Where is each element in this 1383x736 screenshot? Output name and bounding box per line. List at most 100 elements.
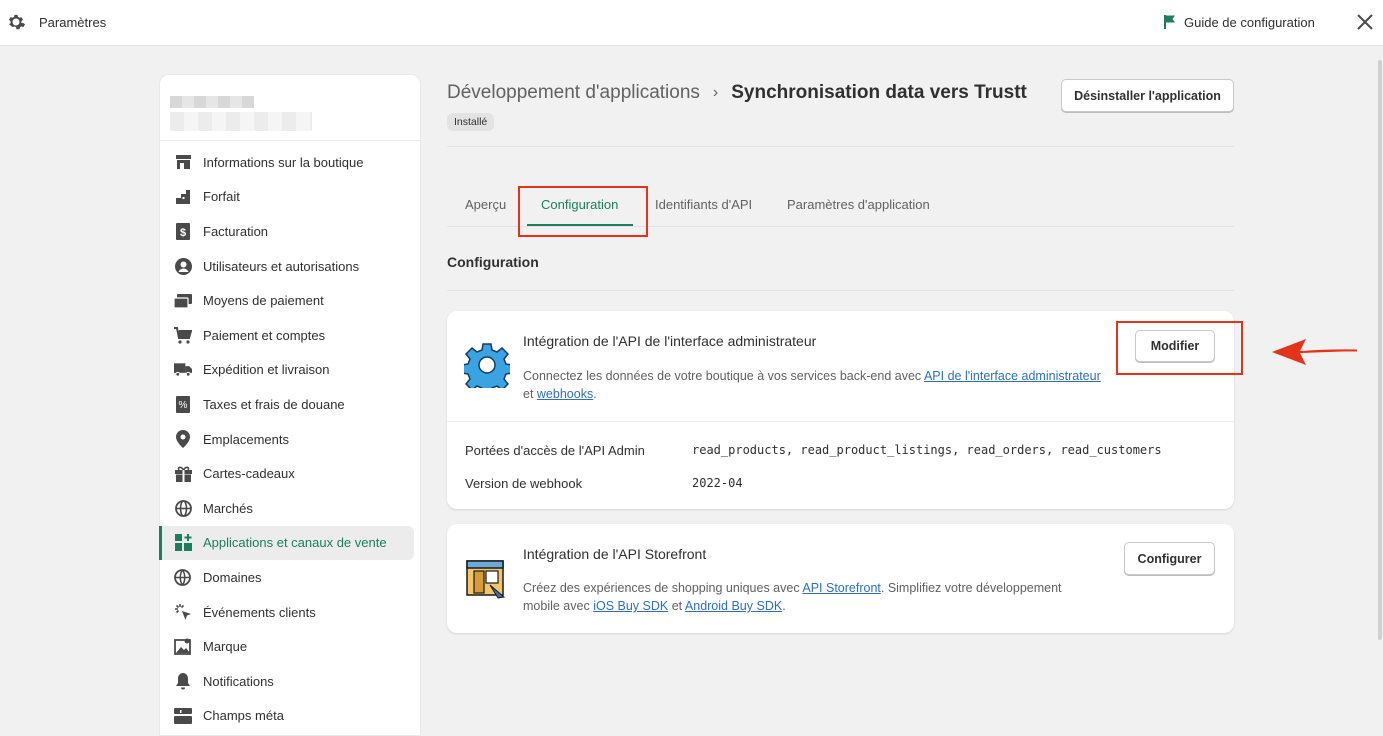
annotation-highlight-modify bbox=[1116, 321, 1243, 375]
storefront-api-card: Intégration de l'API Storefront Créez de… bbox=[447, 524, 1234, 633]
store-icon bbox=[174, 153, 192, 171]
sidebar-item-label: Marque bbox=[203, 639, 248, 655]
sidebar-item-taxes[interactable]: % Taxes et frais de douane bbox=[160, 387, 414, 422]
sidebar-item-label: Notifications bbox=[203, 673, 274, 689]
sidebar-item-label: Applications et canaux de vente bbox=[203, 535, 387, 551]
storefront-api-description: Créez des expériences de shopping unique… bbox=[523, 579, 1123, 615]
desc-text: et bbox=[668, 599, 685, 613]
webhook-version-value: 2022-04 bbox=[692, 476, 743, 490]
uninstall-app-button[interactable]: Désinstaller l'application bbox=[1061, 79, 1234, 112]
tab-app-settings[interactable]: Paramètres d'application bbox=[787, 197, 930, 212]
admin-api-description: Connectez les données de votre boutique … bbox=[523, 367, 1123, 403]
sidebar-item-brand[interactable]: Marque bbox=[160, 629, 414, 664]
store-name-redacted bbox=[170, 96, 254, 108]
sidebar-item-label: Marchés bbox=[203, 500, 253, 516]
storefront-icon bbox=[466, 560, 506, 599]
sidebar-item-markets[interactable]: Marchés bbox=[160, 491, 414, 526]
tab-overview[interactable]: Aperçu bbox=[465, 197, 506, 212]
store-url-redacted bbox=[170, 112, 312, 131]
sidebar-item-notifications[interactable]: Notifications bbox=[160, 664, 414, 699]
sidebar-item-label: Cartes-cadeaux bbox=[203, 466, 295, 482]
plan-icon bbox=[174, 188, 192, 206]
sidebar-nav: Informations sur la boutique Forfait $ F… bbox=[159, 141, 420, 734]
top-bar: Paramètres Guide de configuration bbox=[0, 0, 1383, 46]
sidebar-item-domains[interactable]: Domaines bbox=[160, 560, 414, 595]
setup-guide-label: Guide de configuration bbox=[1184, 14, 1315, 30]
desc-text: Créez des expériences de shopping unique… bbox=[523, 581, 803, 595]
scopes-label: Portées d'accès de l'API Admin bbox=[465, 443, 645, 458]
sidebar-item-apps[interactable]: Applications et canaux de vente bbox=[159, 525, 414, 561]
sidebar-item-label: Événements clients bbox=[203, 604, 316, 620]
metafields-icon bbox=[174, 707, 192, 725]
storefront-api-title: Intégration de l'API Storefront bbox=[523, 546, 707, 562]
tax-icon: % bbox=[174, 395, 192, 413]
sidebar-item-label: Domaines bbox=[203, 569, 262, 585]
page-title: Paramètres bbox=[39, 15, 107, 30]
sidebar-item-locations[interactable]: Emplacements bbox=[160, 422, 414, 457]
sidebar-item-label: Forfait bbox=[203, 189, 240, 205]
desc-text: et bbox=[523, 387, 537, 401]
divider bbox=[447, 146, 1234, 147]
cursor-icon bbox=[174, 603, 192, 621]
api-gear-icon bbox=[464, 343, 510, 388]
sidebar-item-label: Emplacements bbox=[203, 431, 289, 447]
user-icon bbox=[174, 257, 192, 275]
sidebar-item-label: Facturation bbox=[203, 223, 269, 239]
webhook-version-label: Version de webhook bbox=[465, 476, 583, 491]
sidebar-item-gift-cards[interactable]: Cartes-cadeaux bbox=[160, 456, 414, 491]
sidebar-item-checkout[interactable]: Paiement et comptes bbox=[160, 318, 414, 353]
divider bbox=[447, 421, 1234, 422]
bell-icon bbox=[174, 672, 192, 690]
sidebar-item-metafields[interactable]: Champs méta bbox=[160, 699, 414, 734]
sidebar-item-plan[interactable]: Forfait bbox=[160, 180, 414, 215]
sidebar-item-payment-methods[interactable]: Moyens de paiement bbox=[160, 283, 414, 318]
configure-button[interactable]: Configurer bbox=[1124, 542, 1215, 575]
sidebar-item-label: Paiement et comptes bbox=[203, 327, 326, 343]
close-icon[interactable] bbox=[1355, 12, 1375, 32]
domain-icon bbox=[174, 568, 192, 586]
gift-icon bbox=[174, 465, 192, 483]
settings-sidebar: Informations sur la boutique Forfait $ F… bbox=[159, 74, 421, 736]
truck-icon bbox=[174, 361, 192, 379]
location-icon bbox=[174, 430, 192, 449]
svg-text:$: $ bbox=[180, 227, 186, 239]
desc-text: . bbox=[782, 599, 786, 613]
sidebar-item-label: Moyens de paiement bbox=[203, 293, 324, 309]
gear-icon bbox=[9, 14, 25, 30]
sidebar-item-customer-events[interactable]: Événements clients bbox=[160, 595, 414, 630]
breadcrumb: Développement d'applications › Synchroni… bbox=[447, 82, 1027, 104]
brand-icon bbox=[174, 638, 192, 656]
android-buy-sdk-link[interactable]: Android Buy SDK bbox=[685, 599, 782, 613]
sidebar-item-billing[interactable]: $ Facturation bbox=[160, 214, 414, 249]
scopes-value: read_products, read_product_listings, re… bbox=[692, 443, 1162, 457]
setup-guide-link[interactable]: Guide de configuration bbox=[1163, 14, 1315, 30]
section-title: Configuration bbox=[447, 254, 539, 270]
flag-icon bbox=[1164, 15, 1175, 29]
admin-api-doc-link[interactable]: API de l'interface administrateur bbox=[924, 369, 1101, 383]
sidebar-item-label: Informations sur la boutique bbox=[203, 154, 364, 170]
breadcrumb-parent-link[interactable]: Développement d'applications bbox=[447, 82, 700, 104]
globe-icon bbox=[174, 499, 192, 517]
sidebar-item-users[interactable]: Utilisateurs et autorisations bbox=[160, 249, 414, 284]
desc-text: . bbox=[593, 387, 597, 401]
store-info-blurred bbox=[160, 75, 420, 141]
sidebar-item-label: Utilisateurs et autorisations bbox=[203, 258, 360, 274]
chevron-right-icon: › bbox=[712, 84, 719, 101]
sidebar-item-label: Champs méta bbox=[203, 708, 284, 724]
divider bbox=[447, 290, 1234, 291]
breadcrumb-current: Synchronisation data vers Trustt bbox=[731, 82, 1027, 103]
scrollbar[interactable] bbox=[1378, 60, 1382, 640]
webhooks-doc-link[interactable]: webhooks bbox=[537, 387, 593, 401]
ios-buy-sdk-link[interactable]: iOS Buy SDK bbox=[593, 599, 668, 613]
tab-api-credentials[interactable]: Identifiants d'API bbox=[655, 197, 752, 212]
desc-text: mobile avec bbox=[523, 599, 594, 613]
apps-icon bbox=[174, 534, 192, 552]
annotation-arrow-icon bbox=[1272, 339, 1358, 365]
storefront-api-doc-link[interactable]: API Storefront bbox=[802, 581, 881, 595]
sidebar-item-store-info[interactable]: Informations sur la boutique bbox=[160, 145, 414, 180]
cart-icon bbox=[174, 326, 192, 344]
sidebar-item-shipping[interactable]: Expédition et livraison bbox=[160, 353, 414, 388]
sidebar-item-label: Expédition et livraison bbox=[203, 362, 330, 378]
svg-text:%: % bbox=[179, 400, 188, 411]
status-badge: Installé bbox=[447, 113, 495, 131]
